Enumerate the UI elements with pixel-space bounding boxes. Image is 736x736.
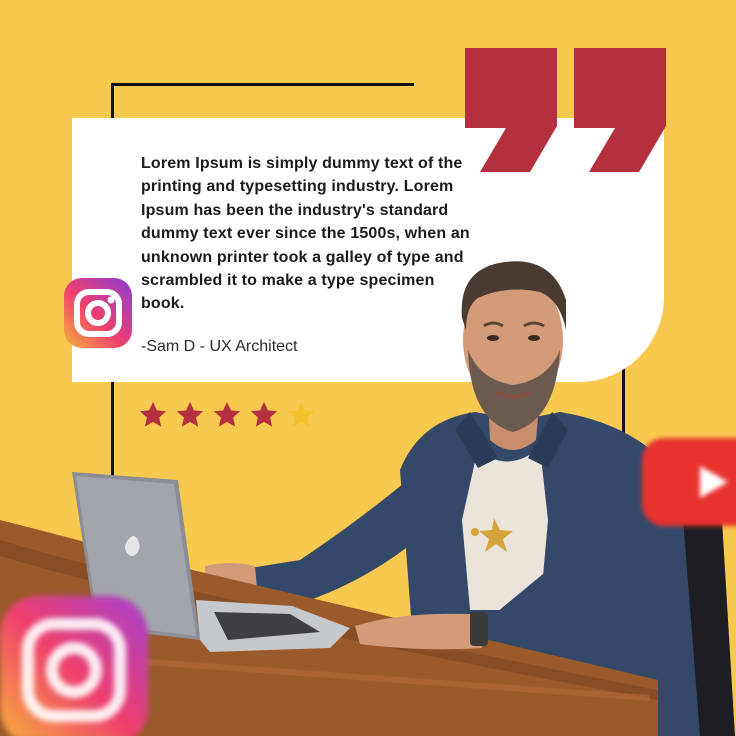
- instagram-icon-blurred: [0, 596, 148, 736]
- instagram-icon: [64, 278, 132, 348]
- testimonial-card: { "testimonial": { "quote": "Lorem Ipsum…: [0, 0, 736, 736]
- youtube-icon: [642, 438, 736, 526]
